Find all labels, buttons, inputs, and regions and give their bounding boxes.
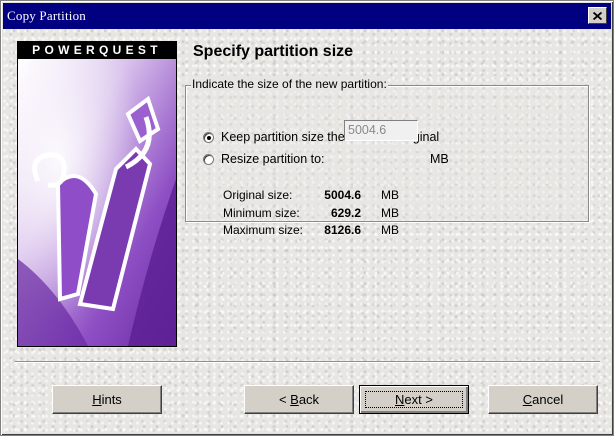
radio-resize-indicator[interactable] (203, 153, 214, 165)
cancel-label-post: ancel (532, 392, 564, 407)
hints-label-post: ints (101, 392, 122, 407)
back-label-pre: < (278, 392, 291, 407)
original-size-unit: MB (381, 188, 399, 202)
maximum-size-unit: MB (381, 223, 399, 237)
back-accesskey: B (290, 392, 299, 407)
logo-panel: POWERQUEST (17, 41, 177, 347)
hints-button[interactable]: Hints (52, 385, 162, 414)
cancel-button[interactable]: Cancel (488, 385, 598, 414)
title-bar[interactable]: Copy Partition (3, 3, 611, 29)
maximum-size-label: Maximum size: (223, 223, 304, 237)
back-label-post: ack (298, 392, 320, 407)
next-accesskey: N (395, 392, 405, 407)
copy-partition-dialog: Copy Partition POWERQUEST Specify partit… (0, 0, 614, 436)
radio-resize-label: Resize partition to: (221, 152, 325, 166)
next-button[interactable]: Next > (359, 385, 469, 414)
button-separator (15, 361, 600, 363)
minimum-size-value: 629.2 (330, 206, 361, 220)
close-icon (593, 11, 602, 20)
back-button[interactable]: < Back (244, 385, 354, 414)
minimum-size-unit: MB (381, 206, 399, 220)
hints-accesskey: H (92, 392, 102, 407)
powerquest-logo-art (18, 59, 176, 346)
next-label-post: ext > (404, 392, 433, 407)
brand-logo-text: POWERQUEST (18, 42, 176, 59)
radio-resize[interactable]: Resize partition to: (203, 152, 325, 166)
resize-size-input[interactable]: 5004.6 (344, 120, 418, 141)
maximum-size-value: 8126.6 (324, 223, 361, 237)
cancel-accesskey: C (522, 392, 533, 407)
window-title: Copy Partition (7, 8, 86, 23)
original-size-label: Original size: (223, 188, 293, 202)
group-legend: Indicate the size of the new partition: (191, 77, 388, 91)
close-button[interactable] (588, 7, 607, 24)
page-title: Specify partition size (193, 43, 354, 60)
radio-keep-indicator[interactable] (203, 131, 214, 143)
resize-unit-label: MB (430, 152, 449, 166)
original-size-value: 5004.6 (324, 188, 361, 202)
minimum-size-label: Minimum size: (223, 206, 300, 220)
